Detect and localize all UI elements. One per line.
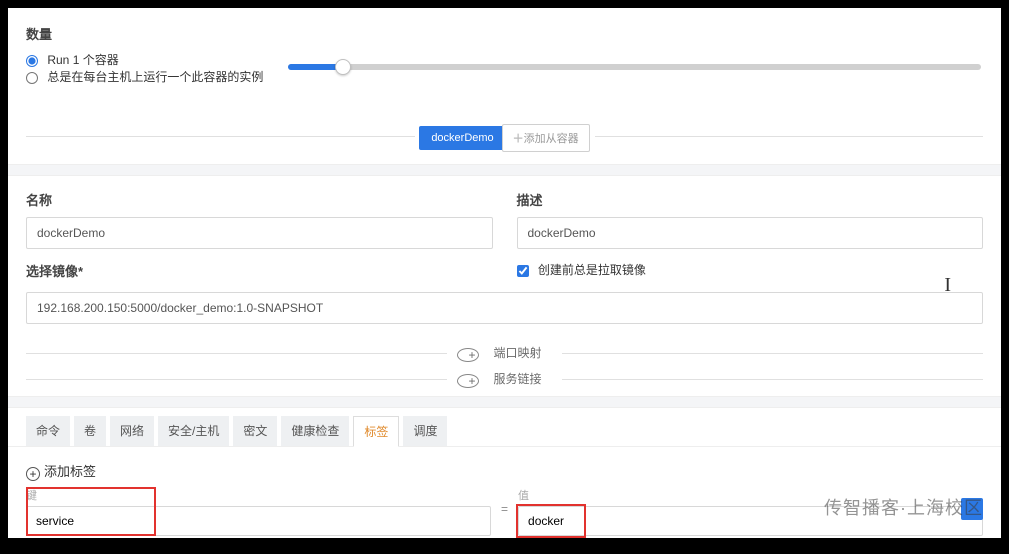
tabs: 命令卷网络安全/主机密文健康检查标签调度 <box>8 408 1001 447</box>
radio-run-n-input[interactable] <box>26 55 38 67</box>
slider-thumb[interactable] <box>335 59 351 75</box>
radio-run-n[interactable]: Run 1 个容器 <box>26 53 119 67</box>
tab-5[interactable]: 健康检查 <box>281 416 349 446</box>
kv-value-header: 值 <box>518 487 983 503</box>
tab-1[interactable]: 卷 <box>74 416 106 446</box>
tab-4[interactable]: 密文 <box>233 416 277 446</box>
service-link-expand[interactable]: +服务链接 <box>26 370 983 388</box>
count-slider[interactable] <box>288 64 981 70</box>
tab-2[interactable]: 网络 <box>110 416 154 446</box>
plus-icon: + <box>457 374 479 388</box>
desc-label: 描述 <box>517 190 984 209</box>
tab-3[interactable]: 安全/主机 <box>158 416 229 446</box>
name-input[interactable] <box>26 217 493 249</box>
name-label: 名称 <box>26 190 493 209</box>
label-value-input[interactable] <box>518 506 983 536</box>
radio-every-host[interactable]: 总是在每台主机上运行一个此容器的实例 <box>26 70 263 84</box>
count-title: 数量 <box>26 24 983 43</box>
radio-every-host-input[interactable] <box>26 72 38 84</box>
plus-icon: + <box>26 467 40 481</box>
equals-sign: = <box>501 502 508 522</box>
tab-6[interactable]: 标签 <box>353 416 399 447</box>
tab-7[interactable]: 调度 <box>403 416 447 446</box>
desc-input[interactable] <box>517 217 984 249</box>
port-mapping-expand[interactable]: +端口映射 <box>26 344 983 362</box>
label-key-input[interactable] <box>26 506 491 536</box>
kv-key-header: 键 <box>26 487 491 503</box>
add-label-button[interactable]: +添加标签 <box>8 447 1001 487</box>
service-pill[interactable]: dockerDemo <box>419 126 505 150</box>
tab-0[interactable]: 命令 <box>26 416 70 446</box>
pull-checkbox-row[interactable]: 创建前总是拉取镜像 <box>517 263 646 277</box>
text-cursor-icon: I <box>944 274 951 297</box>
image-input[interactable] <box>26 292 983 324</box>
image-label: 选择镜像* <box>26 261 493 280</box>
pull-checkbox[interactable] <box>517 265 529 277</box>
corner-badge[interactable] <box>961 498 983 520</box>
add-slave-button[interactable]: ＋添加从容器 <box>502 124 590 152</box>
plus-icon: + <box>457 348 479 362</box>
